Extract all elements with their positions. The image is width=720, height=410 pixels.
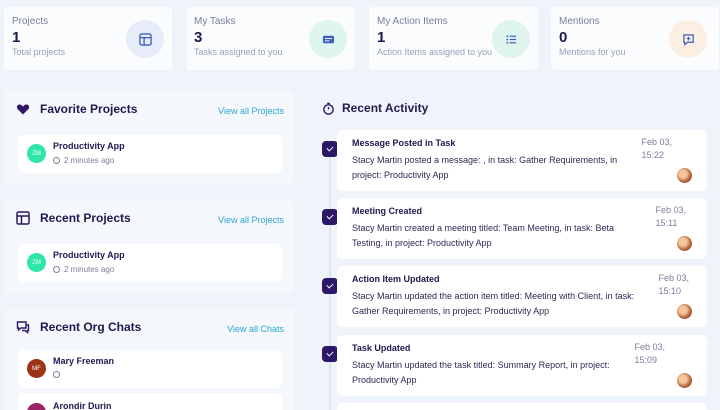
activity-desc: Stacy Martin updated the action item tit… [352,291,635,316]
tasks-icon [309,20,347,58]
panel-header: Favorite Projects [16,102,137,116]
activity-date: Feb 03, 15:10 [658,272,689,298]
stat-card-mentions[interactable]: Mentions 0 Mentions for you [551,7,719,70]
chat-name[interactable]: Arondir Durin [53,401,112,410]
chat-card[interactable]: MF Mary Freeman [18,350,282,388]
activity-title: Message Posted in Task [352,138,456,148]
chat-icon [16,321,30,334]
activity-date-time: 15:10 [658,286,681,296]
recent-activity-header: Recent Activity [322,101,428,115]
chat-name[interactable]: Mary Freeman [53,356,114,366]
activity-date-time: 15:11 [655,218,678,228]
stat-card-projects[interactable]: Projects 1 Total projects [4,7,172,70]
activity-date-day: Feb 03, [658,273,689,283]
project-time: 2 minutes ago [53,265,114,274]
activity-date: Feb 03, 15:09 [634,341,665,367]
chat-card[interactable]: Arondir Durin [18,393,282,410]
check-icon [322,141,338,157]
activity-title: Action Item Updated [352,274,440,284]
project-avatar: ZM [27,144,46,163]
activity-item[interactable]: Task Updated Stacy Martin updated the ta… [337,335,707,396]
check-icon [322,209,338,225]
org-chats-panel: Recent Org Chats View all Chats MF Mary … [4,308,294,410]
check-icon [322,346,338,362]
panel-title: Recent Projects [40,211,131,225]
activity-title: Meeting Created [352,206,423,216]
clock-icon [53,266,60,273]
project-time-text: 2 minutes ago [64,265,115,274]
panel-header: Recent Projects [16,211,131,225]
recent-projects-panel: Recent Projects View all Projects ZM Pro… [4,199,294,294]
stat-card-tasks[interactable]: My Tasks 3 Tasks assigned to you [186,7,355,70]
activity-date-day: Feb 03, [641,137,672,147]
activity-date-day: Feb 03, [655,205,686,215]
user-avatar[interactable] [677,304,692,319]
user-avatar[interactable] [677,168,692,183]
favorite-projects-panel: Favorite Projects View all Projects ZM P… [4,90,294,185]
chat-avatar [27,403,46,410]
message-icon [669,20,707,58]
project-time: 2 minutes ago [53,156,114,165]
activity-date: Feb 03, 15:22 [641,136,672,162]
project-name[interactable]: Productivity App [53,250,125,260]
project-name[interactable]: Productivity App [53,141,125,151]
activity-item[interactable]: Meeting Created Stacy Martin created a m… [337,198,707,259]
project-time-text: 2 minutes ago [64,156,115,165]
activity-date-day: Feb 03, [634,342,665,352]
panel-title: Favorite Projects [40,102,138,116]
view-all-chats-link[interactable]: View all Chats [227,324,284,334]
layout-icon [16,211,30,225]
project-avatar: ZM [27,253,46,272]
check-icon [322,278,338,294]
activity-title: Task Updated [352,343,411,353]
clock-icon [53,157,60,164]
activity-desc: Stacy Martin posted a message: , in task… [352,155,618,180]
layout-icon [126,20,164,58]
activity-item[interactable]: Action Item Updated Stacy Martin updated… [337,266,707,327]
activity-desc: Stacy Martin updated the task titled: Su… [352,360,610,385]
panel-title: Recent Org Chats [40,320,142,334]
activity-date: Feb 03, 15:11 [655,204,686,230]
stopwatch-icon [323,102,334,115]
project-card[interactable]: ZM Productivity App 2 minutes ago [18,244,282,282]
list-icon [492,20,530,58]
activity-date-time: 15:22 [641,150,664,160]
heart-icon [16,104,30,115]
project-card[interactable]: ZM Productivity App 2 minutes ago [18,135,282,173]
panel-title: Recent Activity [342,101,429,115]
activity-item[interactable] [337,403,707,410]
activity-item[interactable]: Message Posted in Task Stacy Martin post… [337,130,707,191]
user-avatar[interactable] [677,236,692,251]
user-avatar[interactable] [677,373,692,388]
panel-header: Recent Org Chats [16,320,141,334]
activity-date-time: 15:09 [634,355,657,365]
clock-icon [53,371,60,378]
stat-card-action-items[interactable]: My Action Items 1 Action Items assigned … [369,7,538,70]
activity-desc: Stacy Martin created a meeting titled: T… [352,223,614,248]
chat-avatar: MF [27,359,46,378]
chat-time [53,371,60,378]
view-all-projects-link[interactable]: View all Projects [218,215,284,225]
view-all-projects-link[interactable]: View all Projects [218,106,284,116]
